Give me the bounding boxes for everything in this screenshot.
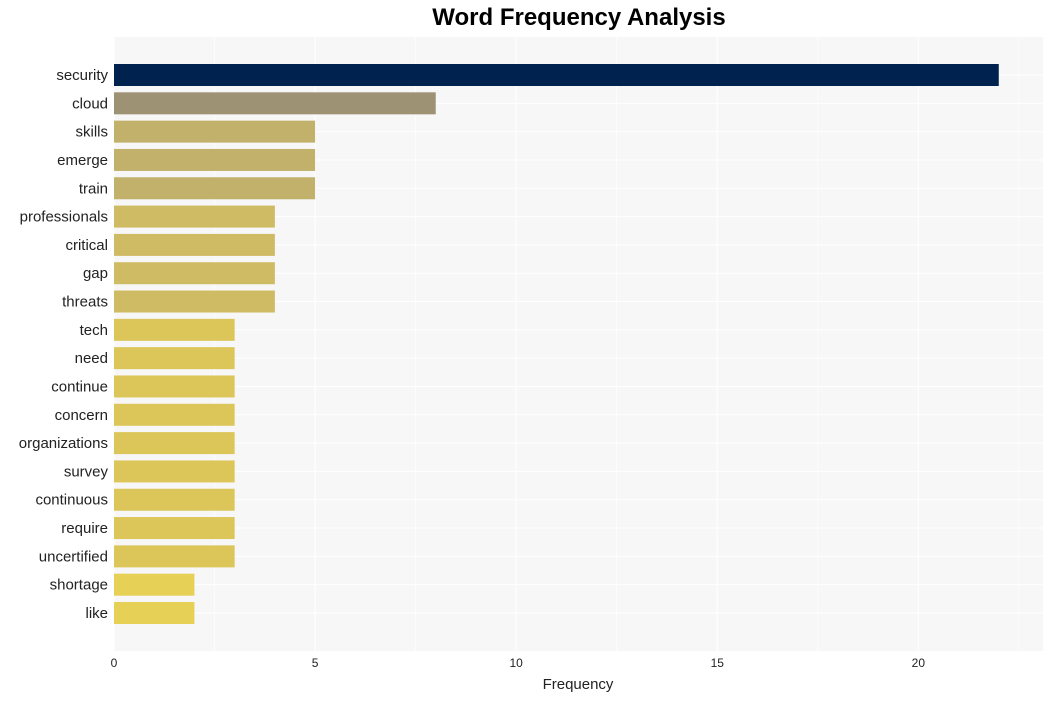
x-tick-label: 15: [711, 656, 725, 670]
y-tick-label: professionals: [20, 209, 108, 226]
x-tick-label: 5: [312, 656, 319, 670]
bar-like: [114, 602, 195, 624]
y-tick-label: skills: [76, 124, 109, 141]
bar-cloud: [114, 92, 436, 115]
bar-uncertified: [114, 545, 235, 568]
y-tick-label: continuous: [35, 492, 108, 509]
bar-security: [114, 64, 999, 86]
y-tick-label: train: [79, 180, 108, 197]
bar-chart: security cloud skills emerge train profession…: [19, 37, 1043, 693]
bar-tech: [114, 318, 235, 341]
bar-concern: [114, 403, 235, 426]
y-tick-label: tech: [80, 322, 108, 339]
y-tick-label: cloud: [72, 95, 108, 112]
y-tick-label: survey: [64, 463, 109, 480]
bar-organizations: [114, 432, 235, 455]
y-tick-label: shortage: [50, 577, 108, 594]
bar-threats: [114, 290, 275, 313]
y-tick-label: continue: [51, 378, 108, 395]
y-tick-label: like: [85, 605, 108, 622]
bar-gap: [114, 262, 275, 285]
y-tick-label: critical: [65, 237, 108, 254]
x-tick-label: 0: [111, 656, 118, 670]
bar-need: [114, 347, 235, 370]
y-tick-label: gap: [83, 265, 108, 282]
y-tick-label: organizations: [19, 435, 108, 452]
y-tick-label: security: [56, 67, 108, 84]
bar-require: [114, 517, 235, 540]
bar-continue: [114, 375, 235, 398]
bar-continuous: [114, 488, 235, 511]
x-tick-label: 10: [509, 656, 523, 670]
bar-critical: [114, 233, 275, 256]
y-tick-label: uncertified: [39, 548, 108, 565]
y-tick-label: threats: [62, 294, 108, 311]
y-tick-label: concern: [55, 407, 108, 424]
bar-shortage: [114, 573, 195, 596]
bar-skills: [114, 120, 316, 143]
bar-survey: [114, 460, 235, 483]
y-tick-label: need: [75, 350, 108, 367]
bar-emerge: [114, 148, 316, 171]
y-tick-label: require: [61, 520, 108, 537]
y-tick-label: emerge: [57, 152, 108, 169]
bar-professionals: [114, 205, 275, 228]
bar-train: [114, 177, 316, 200]
x-tick-label: 20: [912, 656, 926, 670]
x-axis-label: Frequency: [543, 676, 614, 693]
